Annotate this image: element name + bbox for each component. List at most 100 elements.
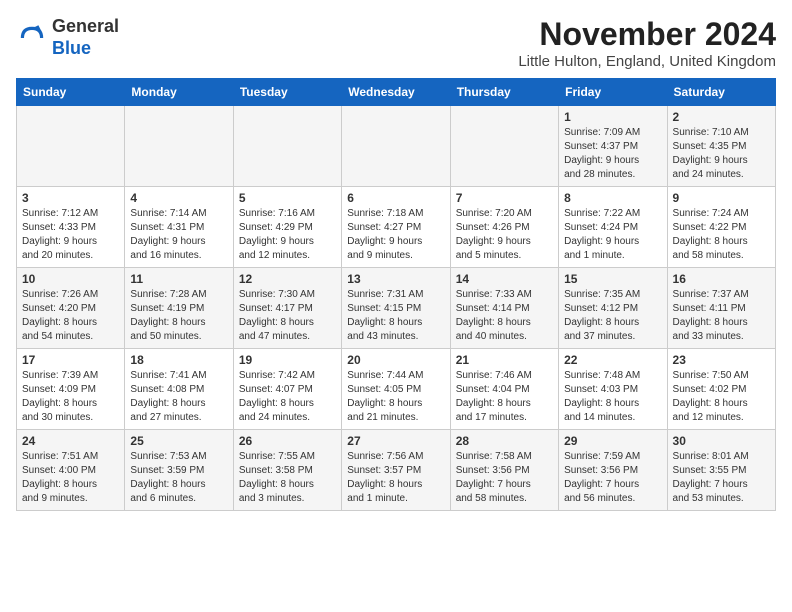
location: Little Hulton, England, United Kingdom [518, 53, 776, 70]
day-info: Sunrise: 7:46 AM Sunset: 4:04 PM Dayligh… [456, 369, 553, 425]
logo-text: General Blue [52, 16, 119, 59]
day-info: Sunrise: 7:56 AM Sunset: 3:57 PM Dayligh… [347, 450, 444, 506]
day-number: 11 [130, 272, 227, 286]
calendar-day-cell: 23 Sunrise: 7:50 AM Sunset: 4:02 PM Dayli… [667, 349, 775, 430]
day-number: 21 [456, 353, 553, 367]
logo-icon [16, 22, 48, 54]
calendar-day-cell: 13 Sunrise: 7:31 AM Sunset: 4:15 PM Dayli… [342, 268, 450, 349]
day-number: 5 [239, 191, 336, 205]
logo: General Blue [16, 16, 119, 59]
day-info: Sunrise: 7:51 AM Sunset: 4:00 PM Dayligh… [22, 450, 119, 506]
day-info: Sunrise: 7:53 AM Sunset: 3:59 PM Dayligh… [130, 450, 227, 506]
day-info: Sunrise: 7:22 AM Sunset: 4:24 PM Dayligh… [564, 207, 661, 263]
day-info: Sunrise: 7:10 AM Sunset: 4:35 PM Dayligh… [673, 126, 770, 182]
calendar-table: SundayMondayTuesdayWednesdayThursdayFrid… [16, 78, 776, 511]
calendar-day-cell: 25 Sunrise: 7:53 AM Sunset: 3:59 PM Dayli… [125, 430, 233, 511]
day-number: 12 [239, 272, 336, 286]
day-number: 14 [456, 272, 553, 286]
weekday-header-row: SundayMondayTuesdayWednesdayThursdayFrid… [17, 79, 776, 106]
calendar-day-cell: 9Sunrise: 7:24 AM Sunset: 4:22 PM Daylig… [667, 187, 775, 268]
day-number: 8 [564, 191, 661, 205]
calendar-day-cell: 28 Sunrise: 7:58 AM Sunset: 3:56 PM Dayli… [450, 430, 558, 511]
day-number: 7 [456, 191, 553, 205]
calendar-day-cell [450, 106, 558, 187]
day-number: 23 [673, 353, 770, 367]
day-info: Sunrise: 7:31 AM Sunset: 4:15 PM Dayligh… [347, 288, 444, 344]
calendar-day-cell: 1 Sunrise: 7:09 AM Sunset: 4:37 PM Daylig… [559, 106, 667, 187]
calendar-day-cell: 16 Sunrise: 7:37 AM Sunset: 4:11 PM Dayli… [667, 268, 775, 349]
calendar-day-cell: 4 Sunrise: 7:14 AM Sunset: 4:31 PM Daylig… [125, 187, 233, 268]
day-number: 22 [564, 353, 661, 367]
calendar-day-cell: 26 Sunrise: 7:55 AM Sunset: 3:58 PM Dayli… [233, 430, 341, 511]
calendar-day-cell: 18 Sunrise: 7:41 AM Sunset: 4:08 PM Dayli… [125, 349, 233, 430]
day-number: 17 [22, 353, 119, 367]
weekday-header-cell: Tuesday [233, 79, 341, 106]
day-info: Sunrise: 7:26 AM Sunset: 4:20 PM Dayligh… [22, 288, 119, 344]
day-number: 10 [22, 272, 119, 286]
weekday-header-cell: Friday [559, 79, 667, 106]
day-info: Sunrise: 7:59 AM Sunset: 3:56 PM Dayligh… [564, 450, 661, 506]
day-number: 9 [673, 191, 770, 205]
day-number: 25 [130, 434, 227, 448]
day-number: 30 [673, 434, 770, 448]
calendar-day-cell: 10 Sunrise: 7:26 AM Sunset: 4:20 PM Dayli… [17, 268, 125, 349]
calendar-day-cell: 27 Sunrise: 7:56 AM Sunset: 3:57 PM Dayli… [342, 430, 450, 511]
month-title: November 2024 [518, 16, 776, 53]
day-number: 6 [347, 191, 444, 205]
day-number: 24 [22, 434, 119, 448]
calendar-week-row: 17 Sunrise: 7:39 AM Sunset: 4:09 PM Dayli… [17, 349, 776, 430]
day-number: 29 [564, 434, 661, 448]
day-info: Sunrise: 7:12 AM Sunset: 4:33 PM Dayligh… [22, 207, 119, 263]
calendar-body: 1 Sunrise: 7:09 AM Sunset: 4:37 PM Daylig… [17, 106, 776, 511]
day-info: Sunrise: 7:14 AM Sunset: 4:31 PM Dayligh… [130, 207, 227, 263]
title-area: November 2024 Little Hulton, England, Un… [518, 16, 776, 70]
weekday-header-cell: Wednesday [342, 79, 450, 106]
day-info: Sunrise: 7:48 AM Sunset: 4:03 PM Dayligh… [564, 369, 661, 425]
day-number: 27 [347, 434, 444, 448]
calendar-day-cell [17, 106, 125, 187]
day-info: Sunrise: 7:35 AM Sunset: 4:12 PM Dayligh… [564, 288, 661, 344]
day-info: Sunrise: 7:39 AM Sunset: 4:09 PM Dayligh… [22, 369, 119, 425]
day-info: Sunrise: 7:09 AM Sunset: 4:37 PM Dayligh… [564, 126, 661, 182]
calendar-day-cell: 5 Sunrise: 7:16 AM Sunset: 4:29 PM Daylig… [233, 187, 341, 268]
day-info: Sunrise: 7:58 AM Sunset: 3:56 PM Dayligh… [456, 450, 553, 506]
calendar-day-cell: 12 Sunrise: 7:30 AM Sunset: 4:17 PM Dayli… [233, 268, 341, 349]
day-number: 1 [564, 110, 661, 124]
calendar-week-row: 1 Sunrise: 7:09 AM Sunset: 4:37 PM Daylig… [17, 106, 776, 187]
day-number: 2 [673, 110, 770, 124]
calendar-day-cell: 11Sunrise: 7:28 AM Sunset: 4:19 PM Dayli… [125, 268, 233, 349]
calendar-day-cell: 21 Sunrise: 7:46 AM Sunset: 4:04 PM Dayli… [450, 349, 558, 430]
weekday-header-cell: Saturday [667, 79, 775, 106]
header: General Blue November 2024 Little Hulton… [16, 16, 776, 70]
calendar-day-cell: 6Sunrise: 7:18 AM Sunset: 4:27 PM Daylig… [342, 187, 450, 268]
calendar-day-cell: 14 Sunrise: 7:33 AM Sunset: 4:14 PM Dayli… [450, 268, 558, 349]
day-info: Sunrise: 7:55 AM Sunset: 3:58 PM Dayligh… [239, 450, 336, 506]
weekday-header-cell: Thursday [450, 79, 558, 106]
calendar-day-cell: 29 Sunrise: 7:59 AM Sunset: 3:56 PM Dayli… [559, 430, 667, 511]
day-number: 4 [130, 191, 227, 205]
day-number: 13 [347, 272, 444, 286]
day-info: Sunrise: 7:16 AM Sunset: 4:29 PM Dayligh… [239, 207, 336, 263]
day-info: Sunrise: 7:20 AM Sunset: 4:26 PM Dayligh… [456, 207, 553, 263]
day-info: Sunrise: 7:42 AM Sunset: 4:07 PM Dayligh… [239, 369, 336, 425]
calendar-week-row: 24 Sunrise: 7:51 AM Sunset: 4:00 PM Dayli… [17, 430, 776, 511]
day-number: 26 [239, 434, 336, 448]
calendar-day-cell: 20Sunrise: 7:44 AM Sunset: 4:05 PM Dayli… [342, 349, 450, 430]
calendar-day-cell: 7 Sunrise: 7:20 AM Sunset: 4:26 PM Daylig… [450, 187, 558, 268]
day-info: Sunrise: 7:50 AM Sunset: 4:02 PM Dayligh… [673, 369, 770, 425]
calendar-day-cell: 2 Sunrise: 7:10 AM Sunset: 4:35 PM Daylig… [667, 106, 775, 187]
calendar-week-row: 3Sunrise: 7:12 AM Sunset: 4:33 PM Daylig… [17, 187, 776, 268]
day-number: 18 [130, 353, 227, 367]
day-info: Sunrise: 7:30 AM Sunset: 4:17 PM Dayligh… [239, 288, 336, 344]
day-number: 20 [347, 353, 444, 367]
day-info: Sunrise: 7:41 AM Sunset: 4:08 PM Dayligh… [130, 369, 227, 425]
calendar-week-row: 10 Sunrise: 7:26 AM Sunset: 4:20 PM Dayli… [17, 268, 776, 349]
day-number: 16 [673, 272, 770, 286]
day-number: 28 [456, 434, 553, 448]
calendar-day-cell: 22 Sunrise: 7:48 AM Sunset: 4:03 PM Dayli… [559, 349, 667, 430]
day-number: 15 [564, 272, 661, 286]
calendar-day-cell: 3Sunrise: 7:12 AM Sunset: 4:33 PM Daylig… [17, 187, 125, 268]
day-info: Sunrise: 7:33 AM Sunset: 4:14 PM Dayligh… [456, 288, 553, 344]
calendar-day-cell: 15 Sunrise: 7:35 AM Sunset: 4:12 PM Dayli… [559, 268, 667, 349]
day-info: Sunrise: 7:37 AM Sunset: 4:11 PM Dayligh… [673, 288, 770, 344]
